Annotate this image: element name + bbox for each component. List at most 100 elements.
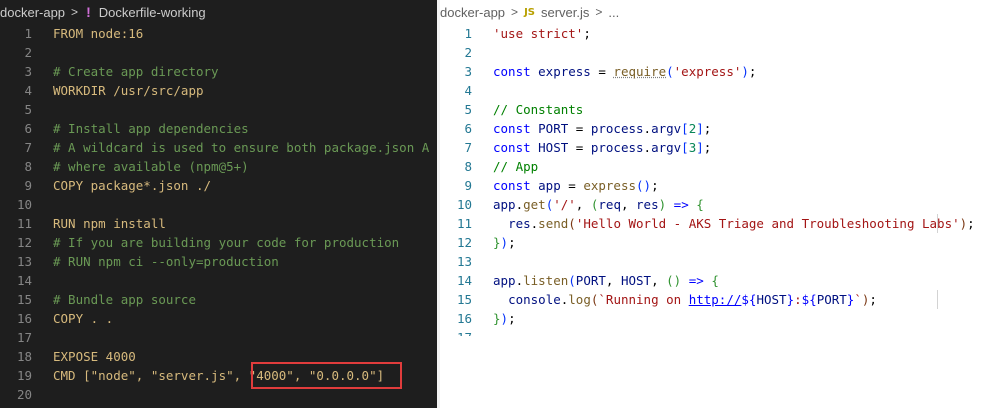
code-token: const — [493, 64, 539, 79]
left-editor-pane[interactable]: docker-app > ! Dockerfile-working 1 FROM … — [0, 0, 437, 408]
code-line[interactable]: 3 # Create app directory — [0, 62, 437, 81]
code-token: ( — [568, 216, 576, 231]
code-token: ] — [696, 140, 704, 155]
right-editor-pane[interactable]: docker-app > JS server.js > ... 1 'use st… — [440, 0, 998, 336]
code-comment: # RUN npm ci --only=production — [53, 254, 279, 269]
code-token: HOST — [538, 140, 569, 155]
code-line[interactable]: 7 # A wildcard is used to ensure both pac… — [0, 138, 437, 157]
code-token: res — [508, 216, 531, 231]
code-line[interactable]: 11 RUN npm install — [0, 214, 437, 233]
breadcrumb-more[interactable]: ... — [608, 5, 619, 20]
code-line[interactable]: 6 # Install app dependencies — [0, 119, 437, 138]
code-line[interactable]: 1 FROM node:16 — [0, 24, 437, 43]
line-number: 2 — [464, 45, 472, 60]
code-line[interactable]: 13 # RUN npm ci --only=production — [0, 252, 437, 271]
code-line[interactable]: 2 — [440, 43, 998, 62]
line-number: 3 — [24, 64, 32, 79]
line-number: 18 — [16, 349, 32, 364]
line-number: 7 — [464, 140, 472, 155]
code-token: // App — [493, 159, 539, 174]
code-token: ; — [869, 292, 877, 307]
breadcrumb-file[interactable]: server.js — [541, 5, 589, 20]
code-token: : — [794, 292, 802, 307]
left-code-area[interactable]: 1 FROM node:16 2 3 # Create app directory 4 WO… — [0, 24, 437, 404]
code-line[interactable]: 8 # where available (npm@5+) — [0, 157, 437, 176]
code-token: process — [590, 121, 644, 136]
code-line[interactable]: 1 'use strict'; — [440, 24, 998, 43]
code-token: // Constants — [493, 102, 584, 117]
code-token: = — [590, 64, 614, 79]
chevron-right-icon: > — [511, 5, 519, 19]
right-code-area[interactable]: 1'use strict'; 2 3 const express = require(… — [440, 24, 998, 336]
code-line[interactable]: 13 — [440, 252, 998, 271]
code-line[interactable]: 6 const PORT = process.argv[2]; — [440, 119, 998, 138]
code-line[interactable]: 9 COPY package*.json ./ — [0, 176, 437, 195]
code-line[interactable]: 15 console.log(`Running on http://${HOST… — [440, 290, 998, 309]
code-line[interactable]: 10 app.get('/', (req, res) => { — [440, 195, 998, 214]
code-token: . — [643, 140, 652, 155]
code-line[interactable]: 5 — [0, 100, 437, 119]
code-line[interactable]: 10 — [0, 195, 437, 214]
code-token: send — [538, 216, 569, 231]
code-line[interactable]: 12 # If you are building your code for pr… — [0, 233, 437, 252]
code-line[interactable]: 9 const app = express(); — [440, 176, 998, 195]
code-token: const — [493, 121, 539, 136]
code-line[interactable]: 4 WORKDIR /usr/src/app — [0, 81, 437, 100]
code-comment: # If you are building your code for prod… — [53, 235, 400, 250]
code-line[interactable]: 2 — [0, 43, 437, 62]
line-number: 6 — [464, 121, 472, 136]
code-token: app — [538, 178, 561, 193]
code-line[interactable]: 11 res.send('Hello World - AKS Triage an… — [440, 214, 998, 233]
line-number: 16 — [16, 311, 32, 326]
code-comment: # Create app directory — [53, 64, 219, 79]
line-number: 17 — [16, 330, 32, 345]
code-line[interactable]: 3 const express = require('express'); — [440, 62, 998, 81]
line-number: 5 — [24, 102, 32, 117]
code-token: ` — [854, 292, 862, 307]
code-token: PORT — [538, 121, 569, 136]
code-token: = — [568, 121, 591, 136]
line-number: 4 — [464, 83, 472, 98]
line-number: 19 — [16, 368, 32, 383]
code-text: COPY . . — [53, 311, 114, 326]
code-line[interactable]: 14 app.listen(PORT, HOST, () => { — [440, 271, 998, 290]
code-token: ) — [500, 235, 509, 250]
code-line[interactable]: 16}); — [440, 309, 998, 328]
code-line[interactable]: 14 — [0, 271, 437, 290]
code-token: ) — [741, 64, 749, 79]
code-line[interactable]: 12}); — [440, 233, 998, 252]
code-token: get — [523, 197, 546, 212]
code-token: { — [696, 197, 704, 212]
code-token: . — [515, 197, 524, 212]
code-token: . — [643, 121, 652, 136]
code-line[interactable]: 15 # Bundle app source — [0, 290, 437, 309]
code-token: [ — [681, 121, 689, 136]
code-line[interactable]: 16 COPY . . — [0, 309, 437, 328]
code-token: } — [493, 235, 501, 250]
code-token: PORT — [816, 292, 847, 307]
breadcrumb-folder[interactable]: docker-app — [0, 5, 65, 20]
code-line[interactable]: 17 — [0, 328, 437, 347]
code-token: 'Hello World - AKS Triage and Troublesho… — [575, 216, 960, 231]
code-token: ( — [666, 64, 674, 79]
code-token: 'use strict' — [493, 26, 584, 41]
code-token: () — [636, 178, 652, 193]
line-number: 10 — [456, 197, 472, 212]
code-line[interactable]: 8 // App — [440, 157, 998, 176]
code-token: ; — [508, 311, 516, 326]
line-number: 16 — [456, 311, 472, 326]
breadcrumb-file[interactable]: Dockerfile-working — [99, 5, 206, 20]
chevron-right-icon: > — [595, 5, 603, 19]
code-token: , — [575, 197, 591, 212]
breadcrumb-folder[interactable]: docker-app — [440, 5, 505, 20]
code-line[interactable]: 7 const HOST = process.argv[3]; — [440, 138, 998, 157]
code-line[interactable]: 4 — [440, 81, 998, 100]
code-token: , — [620, 197, 637, 212]
code-line[interactable]: 5 // Constants — [440, 100, 998, 119]
line-number: 14 — [456, 273, 472, 288]
code-token: , — [651, 273, 667, 288]
code-token: express — [583, 178, 636, 193]
code-line[interactable]: 17 — [440, 328, 998, 336]
